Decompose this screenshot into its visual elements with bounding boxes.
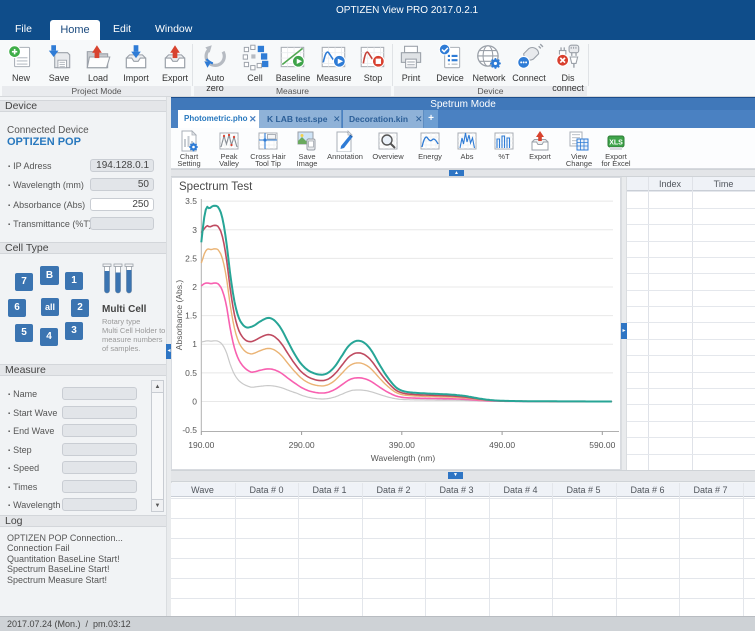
svg-text:390.00: 390.00 [389, 440, 415, 450]
svg-text:2.5: 2.5 [185, 253, 197, 263]
svg-text:0: 0 [192, 397, 197, 407]
svg-text:490.00: 490.00 [489, 440, 515, 450]
svg-text:XLS: XLS [609, 140, 623, 147]
svg-text:290.00: 290.00 [289, 440, 315, 450]
svg-text:Wavelength (nm): Wavelength (nm) [371, 453, 436, 463]
svg-text:2: 2 [192, 282, 197, 292]
svg-text:3: 3 [192, 225, 197, 235]
svg-text:0.5: 0.5 [185, 368, 197, 378]
svg-text:-0.5: -0.5 [182, 425, 197, 435]
svg-text:1: 1 [192, 339, 197, 349]
svg-text:3.5: 3.5 [185, 196, 197, 206]
svg-text:1.5: 1.5 [185, 311, 197, 321]
svg-text:Absorbance (Abs.): Absorbance (Abs.) [174, 280, 184, 351]
svg-text:590.00: 590.00 [589, 440, 615, 450]
svg-text:190.00: 190.00 [188, 440, 214, 450]
